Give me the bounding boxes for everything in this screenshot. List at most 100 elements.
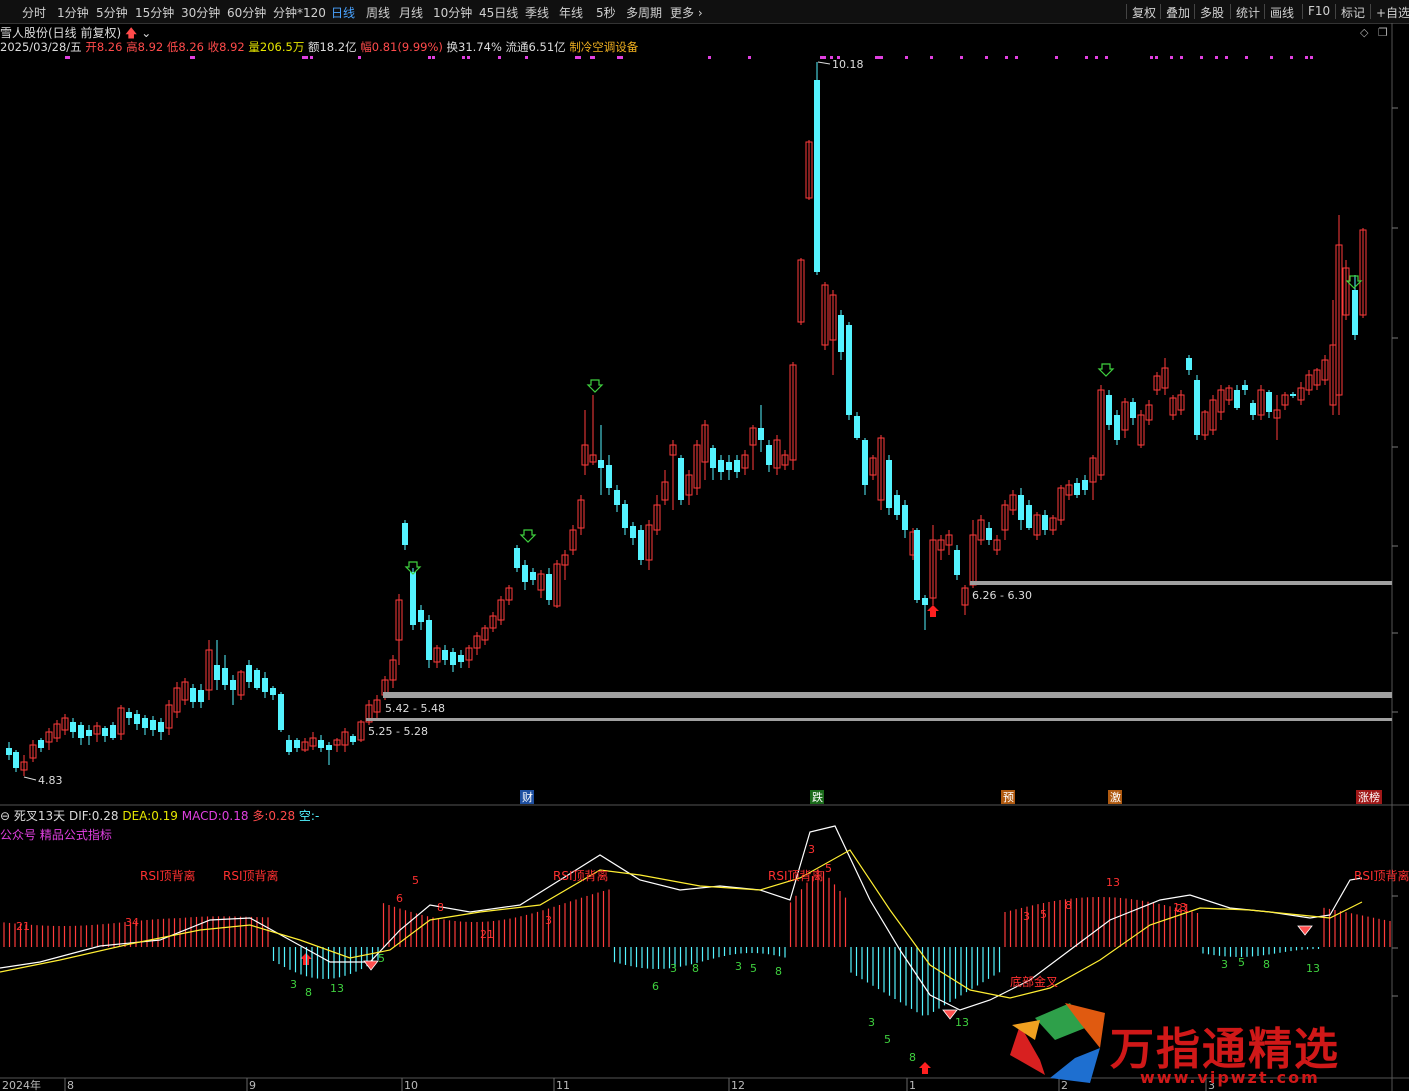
signal-dot <box>1085 56 1088 59</box>
candle-body-down <box>38 740 44 748</box>
duo-value: 0.28 <box>268 809 296 823</box>
candle-body-down <box>986 528 992 540</box>
high-price-marker: 10.18 <box>832 58 864 71</box>
candle-body-down <box>1114 415 1120 440</box>
candle-body-down <box>142 718 148 728</box>
indicator-title-row: ⊖ 死叉13天 DIF:0.28 DEA:0.19 MACD:0.18 多:0.… <box>0 807 319 824</box>
signal-dot <box>820 56 823 59</box>
candle-body-down <box>102 728 108 736</box>
signal-count-label: 8 <box>305 986 312 999</box>
signal-count-label: 5 <box>1040 908 1047 921</box>
axis-year-label: 2024年 <box>2 1078 41 1091</box>
candle-body-down <box>902 505 908 530</box>
signal-dot <box>1170 56 1173 59</box>
candle-body-down <box>126 712 132 718</box>
dif-line <box>0 825 1363 1011</box>
candle-body-down <box>318 740 324 748</box>
signal-dot <box>1055 56 1058 59</box>
signal-count-label: 8 <box>692 962 699 975</box>
candle-body-down <box>814 80 820 272</box>
candle-body-down <box>6 748 12 755</box>
candle-body-down <box>326 745 332 750</box>
candle-body-down <box>766 445 772 465</box>
dif-value: 0.28 <box>91 809 119 823</box>
candle-body-down <box>442 650 448 660</box>
signal-count-label: 3 <box>290 978 297 991</box>
signal-count-label: 5 <box>750 962 757 975</box>
signal-dot <box>1180 56 1183 59</box>
signal-count-label: 5 <box>1238 956 1245 969</box>
signal-dot <box>708 56 711 59</box>
signal-count-label: 3 <box>808 843 815 856</box>
candle-body-down <box>1352 290 1358 335</box>
kline-chart[interactable]: 5.42 - 5.48 5.25 - 5.28 6.26 - 6.30 10.18 4.… <box>0 0 1409 1091</box>
candle-body-down <box>886 460 892 508</box>
zone-label-3: 6.26 - 6.30 <box>972 589 1032 602</box>
candle-body-down <box>70 722 76 732</box>
signal-count-label: 3 <box>545 914 552 927</box>
rsi-divergence-label: RSI顶背离 <box>553 868 609 883</box>
signal-dot <box>1150 56 1153 59</box>
signal-dot <box>592 56 595 59</box>
candle-body-down <box>1026 505 1032 528</box>
signal-dot <box>823 56 826 59</box>
signal-dot <box>1105 56 1108 59</box>
support-zone-1 <box>383 692 1392 698</box>
rsi-divergence-label: RSI顶背离 <box>140 868 196 883</box>
candle-body-down <box>230 680 236 690</box>
signal-count-label: 5 <box>825 862 832 875</box>
signal-count-label: 8 <box>1263 958 1270 971</box>
candle-body-down <box>846 325 852 415</box>
signal-count-label: 3 <box>735 960 742 973</box>
candle-body-down <box>410 572 416 625</box>
signal-dot <box>1245 56 1248 59</box>
signal-dot <box>1015 56 1018 59</box>
signal-dot <box>67 56 70 59</box>
axis-month-label: 11 <box>556 1079 570 1091</box>
signal-count-label: 6 <box>652 980 659 993</box>
candle-body-down <box>134 714 140 724</box>
collapse-icon[interactable]: ⊖ <box>0 809 10 823</box>
rsi-divergence-label: RSI顶背离 <box>223 868 279 883</box>
signal-count-label: 13 <box>955 1016 969 1029</box>
zone-label-2: 5.25 - 5.28 <box>368 725 428 738</box>
candle-body-down <box>862 440 868 485</box>
zone-label-1: 5.42 - 5.48 <box>385 702 445 715</box>
signal-count-label: 8 <box>909 1051 916 1064</box>
signal-count-label: 5 <box>884 1033 891 1046</box>
candle-body-down <box>278 694 284 730</box>
candle-body-down <box>894 495 900 515</box>
signal-count-label: 8 <box>1065 899 1072 912</box>
candle-body-down <box>270 688 276 695</box>
candle-body-down <box>718 460 724 472</box>
candle-body-down <box>1242 385 1248 390</box>
candle-body-down <box>1018 495 1024 520</box>
candle-body-down <box>1042 515 1048 530</box>
signal-dot <box>617 56 620 59</box>
candle-body-down <box>530 572 536 580</box>
candle-body-down <box>13 752 19 768</box>
candle-body-down <box>622 504 628 528</box>
signal-count-label: 8 <box>437 901 444 914</box>
axis-month-label: 10 <box>404 1079 418 1091</box>
signal-count-label: 21 <box>480 928 494 941</box>
candle-body-down <box>598 460 604 468</box>
candle-body-down <box>914 530 920 600</box>
candle-body-down <box>758 428 764 440</box>
signal-dot <box>310 56 313 59</box>
candle-body-down <box>402 523 408 545</box>
low-price-marker: 4.83 <box>38 774 63 787</box>
kong-label: 空: <box>298 809 315 823</box>
candle-body-down <box>294 740 300 748</box>
signal-dot <box>358 56 361 59</box>
signal-dot <box>462 56 465 59</box>
candle-body-down <box>418 610 424 622</box>
duo-label: 多: <box>252 809 269 823</box>
candle-body-down <box>86 730 92 736</box>
candle-body-down <box>1130 402 1136 418</box>
signal-count-label: 6 <box>396 892 403 905</box>
signal-dot <box>960 56 963 59</box>
candle-body-down <box>262 678 268 692</box>
candle-body-down <box>1194 380 1200 435</box>
signal-dot <box>1155 56 1158 59</box>
